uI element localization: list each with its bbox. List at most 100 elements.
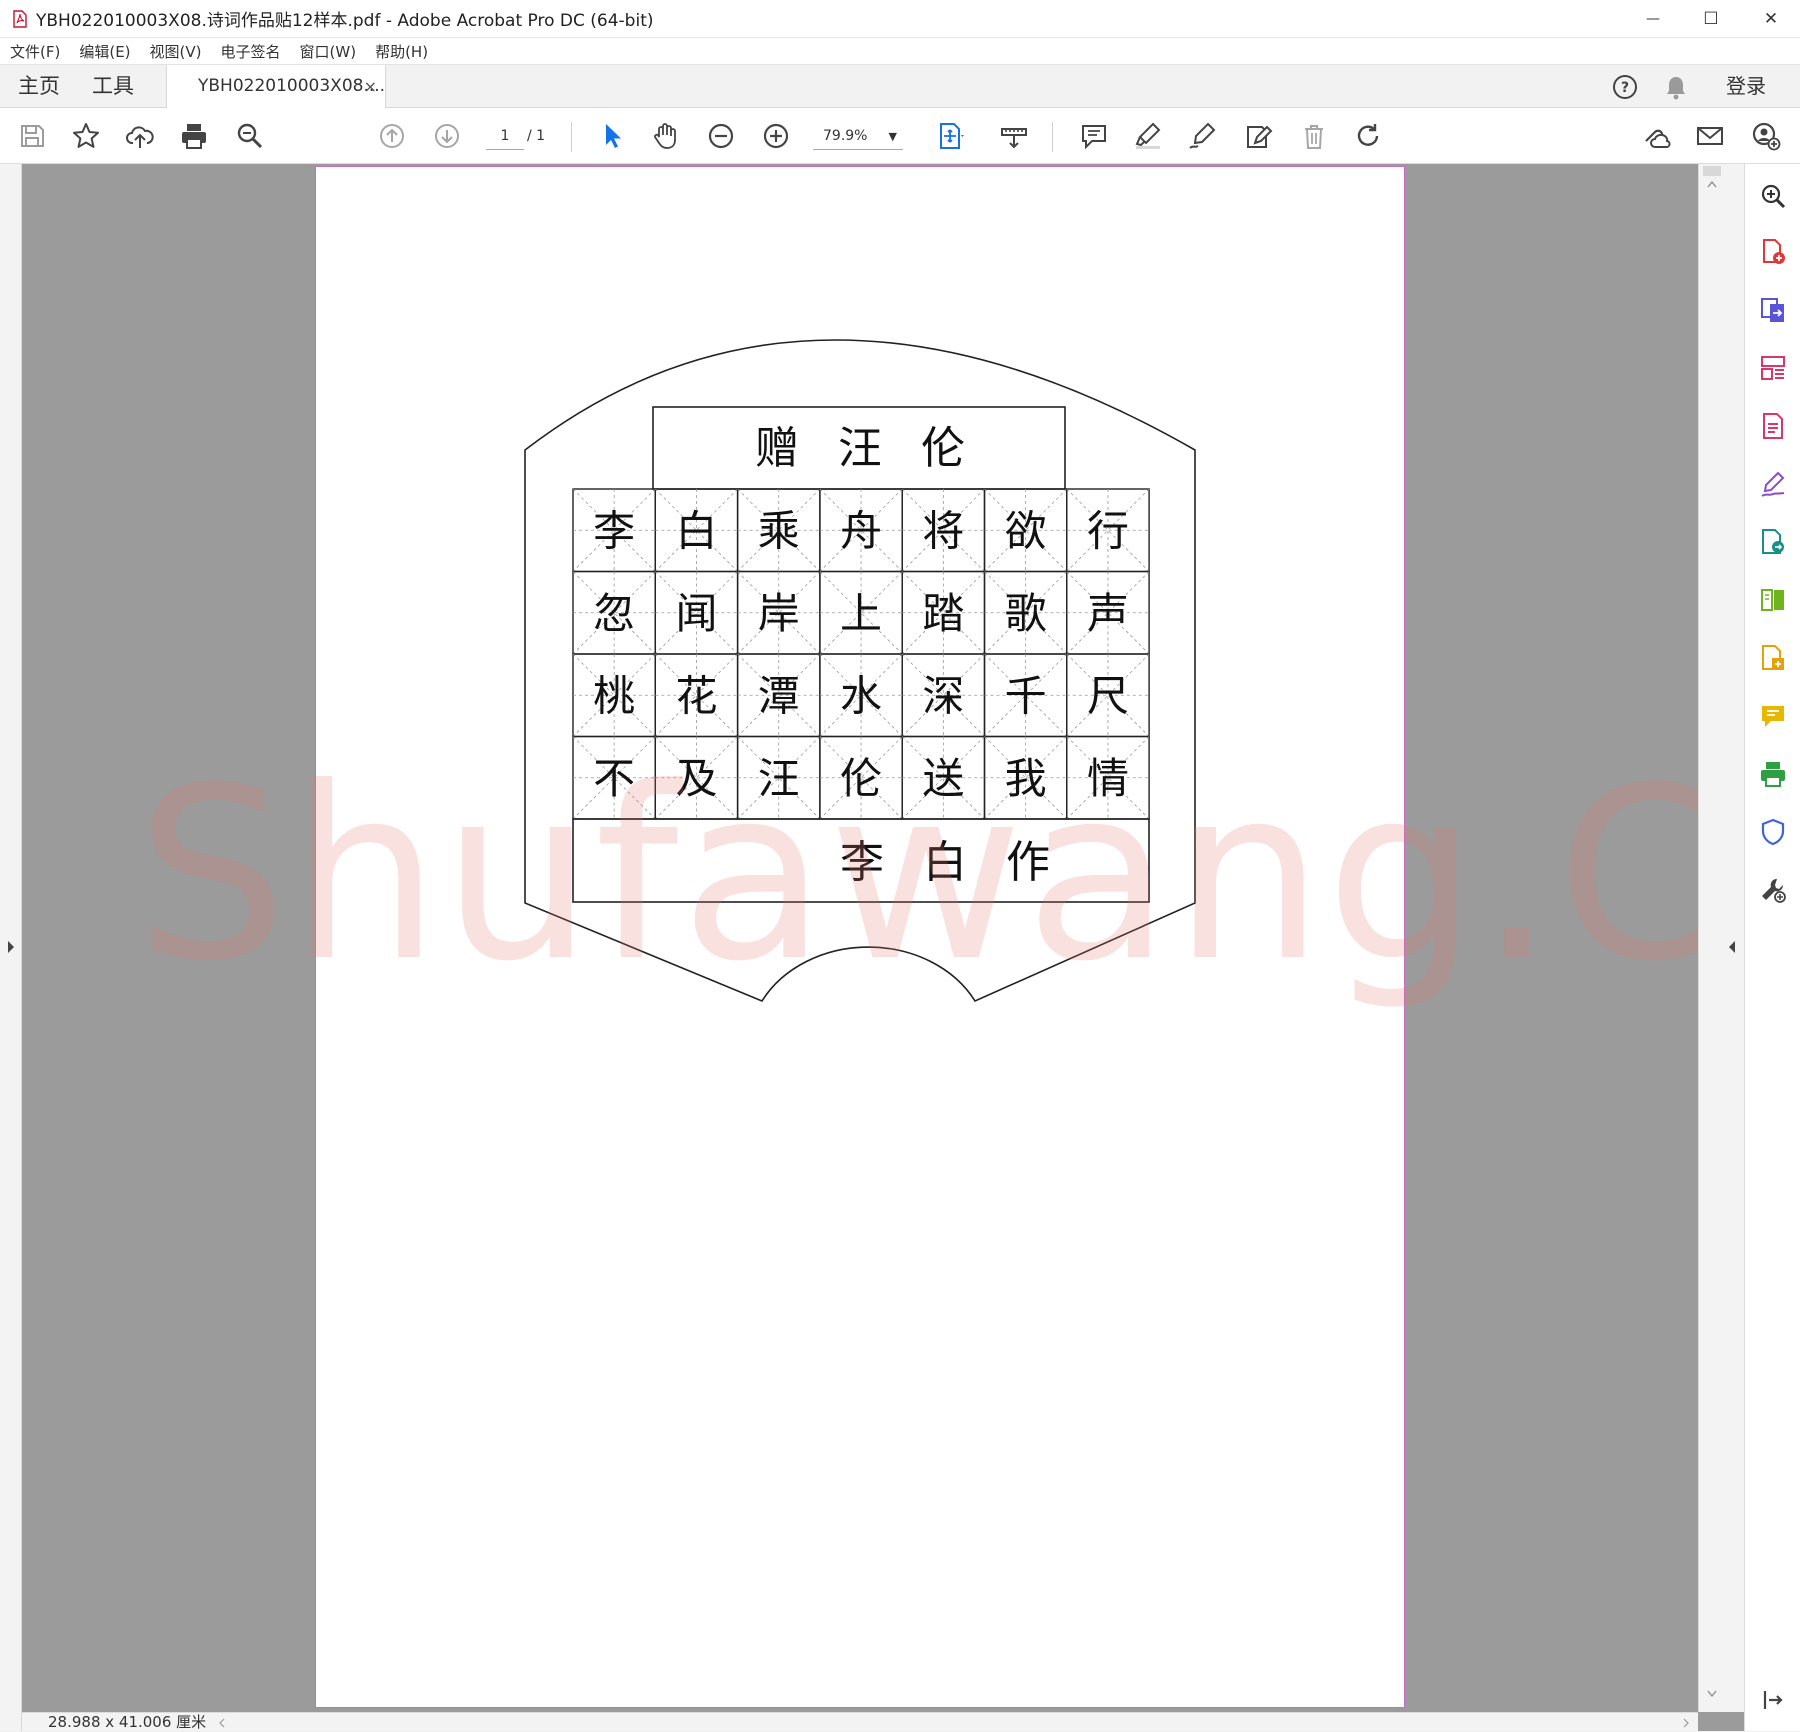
email-button[interactable] xyxy=(1692,118,1728,154)
print-production-tool[interactable] xyxy=(1757,758,1789,790)
scroll-left-icon[interactable] xyxy=(218,1718,226,1728)
maximize-icon: ☐ xyxy=(1703,9,1719,29)
next-page-button[interactable] xyxy=(429,118,465,154)
close-tab-icon[interactable]: × xyxy=(364,65,377,108)
login-link[interactable]: 登录 xyxy=(1726,65,1766,108)
exit-panel-button[interactable] xyxy=(1757,1684,1789,1716)
page-size-readout: 28.988 x 41.006 厘米 xyxy=(48,1713,207,1731)
add-user-button[interactable] xyxy=(1748,118,1784,154)
scroll-up-icon[interactable] xyxy=(1707,180,1717,188)
tab-tools[interactable]: 工具 xyxy=(92,65,134,108)
bookmark-button[interactable] xyxy=(68,118,104,154)
acrobat-pdf-icon xyxy=(13,9,27,28)
protect-tool[interactable] xyxy=(1757,816,1789,848)
mail-icon xyxy=(1697,127,1723,145)
measure-tool-button[interactable] xyxy=(996,118,1032,154)
close-window-button[interactable]: ✕ xyxy=(1742,0,1800,38)
fill-sign-icon xyxy=(1761,471,1785,497)
upload-cloud-button[interactable] xyxy=(122,118,158,154)
grid-character: 潭 xyxy=(758,671,800,720)
print-button[interactable] xyxy=(176,118,212,154)
menu-file[interactable]: 文件(F) xyxy=(10,41,60,62)
select-tool-button[interactable] xyxy=(594,118,630,154)
share-link-button[interactable] xyxy=(1638,118,1674,154)
grid-character: 及 xyxy=(675,754,717,803)
left-panel-strip[interactable] xyxy=(0,164,22,1731)
tab-home[interactable]: 主页 xyxy=(18,65,60,108)
scroll-down-icon[interactable] xyxy=(1707,1690,1717,1698)
sign-button[interactable] xyxy=(1184,118,1220,154)
menu-esign[interactable]: 电子签名 xyxy=(221,41,281,62)
comment-button[interactable] xyxy=(1076,118,1112,154)
page-number-input[interactable]: 1 xyxy=(486,123,524,150)
zoom-level-select[interactable]: 79.9% ▼ xyxy=(813,123,903,150)
tab-document[interactable]: YBH022010003X08.... × xyxy=(166,65,386,109)
toolbar-divider xyxy=(571,122,572,152)
bell-icon[interactable] xyxy=(1664,74,1688,100)
grid-character: 我 xyxy=(1005,754,1047,803)
print-icon xyxy=(182,124,206,149)
delete-button[interactable] xyxy=(1296,118,1332,154)
help-icon[interactable]: ? xyxy=(1612,74,1638,100)
edit-pdf-icon xyxy=(1763,413,1783,439)
scroll-right-icon[interactable] xyxy=(1682,1718,1690,1728)
more-tools-button[interactable] xyxy=(1757,874,1789,906)
add-user-icon xyxy=(1752,122,1781,151)
grid-character: 将 xyxy=(922,506,964,555)
grid-character: 伦 xyxy=(840,754,882,803)
send-for-review-tool[interactable] xyxy=(1757,526,1789,558)
export-pdf-tool[interactable] xyxy=(1757,294,1789,326)
grid-character: 踏 xyxy=(922,589,964,638)
vertical-scrollbar[interactable] xyxy=(1698,164,1744,1712)
zoom-in-button[interactable] xyxy=(758,118,794,154)
enhance-scan-tool[interactable] xyxy=(1757,180,1789,212)
combine-files-tool[interactable] xyxy=(1757,642,1789,674)
search-icon xyxy=(237,123,263,149)
grid-cell: 将 xyxy=(901,488,986,573)
grid-cell: 乘 xyxy=(736,488,821,573)
plus-circle-icon xyxy=(763,123,789,149)
grid-cell: 水 xyxy=(819,653,903,738)
grid-cell: 岸 xyxy=(736,570,821,655)
collapse-right-panel-icon[interactable] xyxy=(1727,940,1737,954)
grid-cell: 送 xyxy=(901,735,986,820)
scrollbar-thumb[interactable] xyxy=(1703,166,1721,176)
minimize-button[interactable]: — xyxy=(1624,0,1682,38)
fit-page-button[interactable] xyxy=(928,118,974,154)
create-pdf-tool[interactable] xyxy=(1757,236,1789,268)
grid-cell: 伦 xyxy=(819,735,903,820)
find-button[interactable] xyxy=(232,118,268,154)
menu-edit[interactable]: 编辑(E) xyxy=(79,41,130,62)
toolbar: 1 / 1 79.9% ▼ xyxy=(0,108,1800,164)
grid-character: 声 xyxy=(1087,589,1129,638)
grid-character: 歌 xyxy=(1005,589,1047,638)
maximize-button[interactable]: ☐ xyxy=(1682,0,1740,38)
svg-text:?: ? xyxy=(1621,80,1629,96)
expand-left-panel-icon[interactable] xyxy=(6,940,16,954)
close-icon: ✕ xyxy=(1763,9,1779,29)
grid-cell: 情 xyxy=(1066,735,1150,820)
grid-cell: 舟 xyxy=(819,488,903,573)
highlight-button[interactable] xyxy=(1130,118,1166,154)
menu-window[interactable]: 窗口(W) xyxy=(300,41,357,62)
comment-tool[interactable] xyxy=(1757,700,1789,732)
edit-pdf-button[interactable] xyxy=(1240,118,1276,154)
previous-page-button[interactable] xyxy=(374,118,410,154)
save-button[interactable] xyxy=(14,118,50,154)
hand-tool-button[interactable] xyxy=(648,118,684,154)
compare-files-tool[interactable] xyxy=(1757,584,1789,616)
fill-sign-tool[interactable] xyxy=(1757,468,1789,500)
organize-pages-tool[interactable] xyxy=(1757,352,1789,384)
menu-help[interactable]: 帮助(H) xyxy=(375,41,428,62)
toolbar-divider xyxy=(1052,122,1053,152)
chevron-down-icon: ▼ xyxy=(888,130,897,143)
shield-icon xyxy=(1761,818,1785,846)
grid-character: 深 xyxy=(922,671,964,720)
wrench-add-icon xyxy=(1762,878,1786,903)
zoom-out-button[interactable] xyxy=(703,118,739,154)
pen-sign-icon xyxy=(1189,122,1216,149)
menu-view[interactable]: 视图(V) xyxy=(150,41,202,62)
highlighter-icon xyxy=(1135,122,1161,149)
rotate-button[interactable] xyxy=(1350,118,1386,154)
edit-pdf-tool[interactable] xyxy=(1757,410,1789,442)
